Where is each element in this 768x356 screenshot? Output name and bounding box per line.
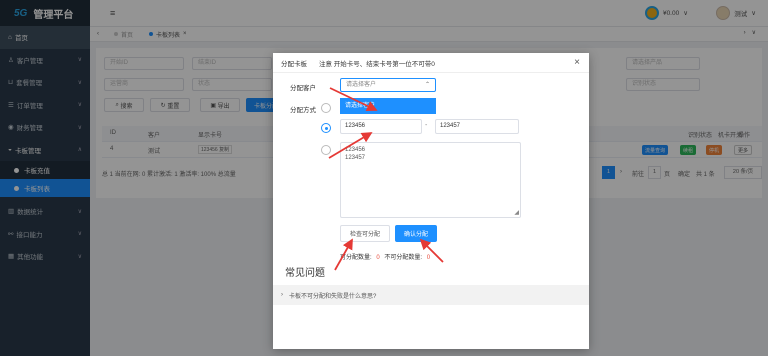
range-dash: -: [425, 122, 428, 129]
method-radio-list[interactable]: [321, 145, 331, 155]
modal-note: 注意 开始卡号、结束卡号第一位不可带0: [319, 60, 435, 68]
assignable-count: 0: [376, 255, 380, 261]
assign-card-modal: 分配卡板 注意 开始卡号、结束卡号第一位不可带0 × 分配客户 请选择客户 ⌃ …: [273, 53, 589, 349]
customer-select[interactable]: 请选择客户 ⌃: [340, 78, 436, 92]
resize-handle-icon[interactable]: ◢: [514, 209, 519, 217]
chevron-right-icon: ›: [281, 292, 283, 298]
method-label: 分配方式: [290, 107, 316, 114]
end-card-input[interactable]: 123457: [435, 119, 519, 134]
assign-counts: 可分配数量: 0 不可分配数量: 0: [340, 255, 431, 261]
method-radio-select[interactable]: [321, 103, 331, 113]
method-radio-range[interactable]: [321, 123, 331, 133]
modal-title: 分配卡板: [281, 60, 307, 68]
unassignable-count: 0: [426, 255, 431, 261]
customer-label: 分配客户: [290, 85, 316, 92]
faq-title: 常见问题: [285, 268, 325, 279]
card-list-textarea[interactable]: 123456 123457 ◢: [340, 142, 521, 218]
confirm-assign-button[interactable]: 确认分配: [395, 225, 437, 242]
close-icon[interactable]: ×: [574, 57, 580, 68]
modal-header: 分配卡板 注意 开始卡号、结束卡号第一位不可带0 ×: [273, 53, 589, 73]
chevron-up-icon: ⌃: [424, 82, 430, 88]
check-assignable-button[interactable]: 检查可分配: [340, 225, 390, 242]
faq-item[interactable]: › 卡板不可分配和失败是什么意思?: [273, 285, 589, 305]
customer-dropdown-option[interactable]: 请选择客户: [340, 98, 436, 114]
start-card-input[interactable]: 123456: [340, 119, 422, 134]
